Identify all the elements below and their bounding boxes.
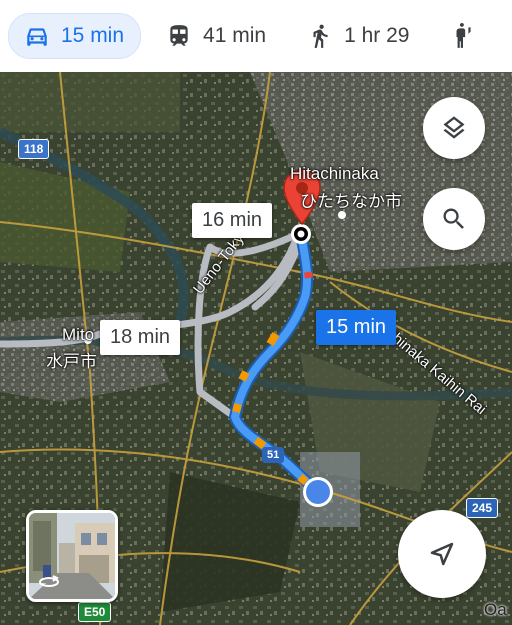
- mode-driving-time: 15 min: [61, 24, 125, 47]
- car-icon: [23, 22, 51, 50]
- navigation-arrow-icon: [430, 542, 454, 566]
- mode-walking-time: 1 hr 29: [344, 24, 410, 47]
- mode-rideshare[interactable]: [433, 14, 503, 58]
- route-time-primary[interactable]: 15 min: [316, 310, 397, 345]
- mode-driving[interactable]: 15 min: [8, 13, 142, 59]
- route-shield-51: 51: [262, 447, 285, 463]
- place-label-mito: Mito: [62, 325, 95, 344]
- route-shield-245: 245: [466, 498, 499, 518]
- train-icon: [165, 22, 193, 50]
- rideshare-icon: [449, 22, 477, 50]
- route-shield-118: 118: [18, 139, 50, 159]
- place-label-hitachinaka: Hitachinaka: [290, 164, 379, 183]
- place-label-hitachinaka-jp: ひたちなか市: [300, 192, 402, 211]
- travel-mode-bar: 15 min 41 min 1 hr 29: [0, 0, 512, 72]
- street-view-thumbnail[interactable]: [26, 510, 118, 602]
- rotate-360-icon: [39, 575, 59, 587]
- recenter-button[interactable]: [398, 510, 486, 598]
- walk-icon: [306, 22, 334, 50]
- expressway-shield-e50: E50: [78, 602, 112, 622]
- mode-transit[interactable]: 41 min: [149, 14, 282, 58]
- place-label-mito-jp: 水戸市: [46, 352, 97, 371]
- layers-icon: [443, 116, 465, 139]
- search-icon: [443, 208, 464, 229]
- search-along-route-button[interactable]: [423, 188, 485, 250]
- place-label-oa: Oa: [484, 600, 507, 619]
- map-view[interactable]: Hitachinaka ひたちなか市 Mito 水戸市 Ueno-Tokyo L…: [0, 72, 512, 625]
- mode-walking[interactable]: 1 hr 29: [290, 14, 425, 58]
- layers-button[interactable]: [423, 97, 485, 159]
- route-time-alt-2[interactable]: 18 min: [100, 320, 181, 355]
- route-time-alt-1[interactable]: 16 min: [192, 203, 273, 238]
- mode-transit-time: 41 min: [203, 24, 267, 47]
